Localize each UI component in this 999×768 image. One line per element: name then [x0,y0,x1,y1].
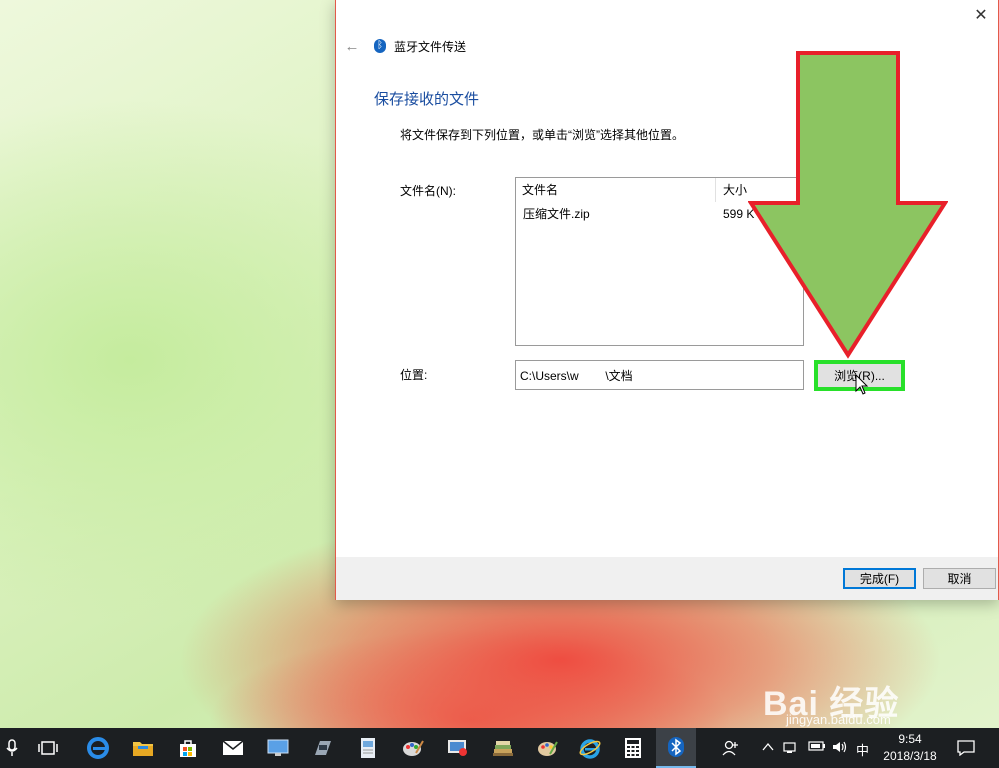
internet-explorer-icon[interactable] [578,736,602,760]
edge-browser-icon[interactable] [86,736,110,760]
taskbar-clock[interactable]: 9:54 2018/3/18 [878,731,942,765]
cancel-button[interactable]: 取消 [923,568,996,589]
bluetooth-taskbar-icon[interactable] [656,728,696,768]
close-icon: ✕ [974,7,988,24]
remote-desktop-icon[interactable] [266,736,290,760]
section-heading: 保存接收的文件 [374,91,480,108]
highlight-arrow-icon [748,51,948,359]
location-label: 位置: [400,368,428,382]
column-header-name[interactable]: 文件名 [516,178,716,202]
clock-date: 2018/3/18 [883,749,937,763]
volume-icon[interactable] [832,740,848,757]
paint-palette-icon[interactable] [536,736,560,760]
people-icon[interactable] [722,740,740,759]
battery-icon[interactable] [808,740,826,755]
paint-icon[interactable] [401,736,425,760]
document-viewer-icon[interactable] [356,736,380,760]
file-explorer-icon[interactable] [131,736,155,760]
mail-icon[interactable] [221,736,245,760]
location-field[interactable] [515,360,804,390]
mouse-cursor-icon [855,374,869,395]
file-name-cell: 压缩文件.zip [523,207,590,221]
microphone-icon[interactable] [0,736,24,760]
task-view-icon[interactable] [36,736,60,760]
bluetooth-icon: ᛒ [374,39,386,53]
dialog-title: 蓝牙文件传送 [394,39,467,54]
dialog-footer: 完成(F) 取消 [336,557,998,600]
baidu-watermark-url: jingyan.baidu.com [786,712,891,727]
screen-recorder-icon[interactable] [446,736,470,760]
chevron-up-icon[interactable] [762,740,774,755]
app-icon-dark[interactable] [311,736,335,760]
taskbar: 中 9:54 2018/3/18 [0,728,999,768]
books-icon[interactable] [491,736,515,760]
finish-button[interactable]: 完成(F) [843,568,916,589]
clock-time: 9:54 [898,732,922,746]
back-arrow-icon[interactable]: ← [342,38,362,55]
action-center-icon[interactable] [957,740,975,759]
network-icon[interactable] [783,740,799,757]
instruction-text: 将文件保存到下列位置，或单击“浏览”选择其他位置。 [400,128,684,142]
dialog-header: ← ᛒ 蓝牙文件传送 [342,36,467,56]
filename-label: 文件名(N): [400,184,456,198]
calculator-icon[interactable] [621,736,645,760]
ime-indicator[interactable]: 中 [856,740,869,759]
close-button[interactable]: ✕ [964,0,998,30]
store-icon[interactable] [176,736,200,760]
